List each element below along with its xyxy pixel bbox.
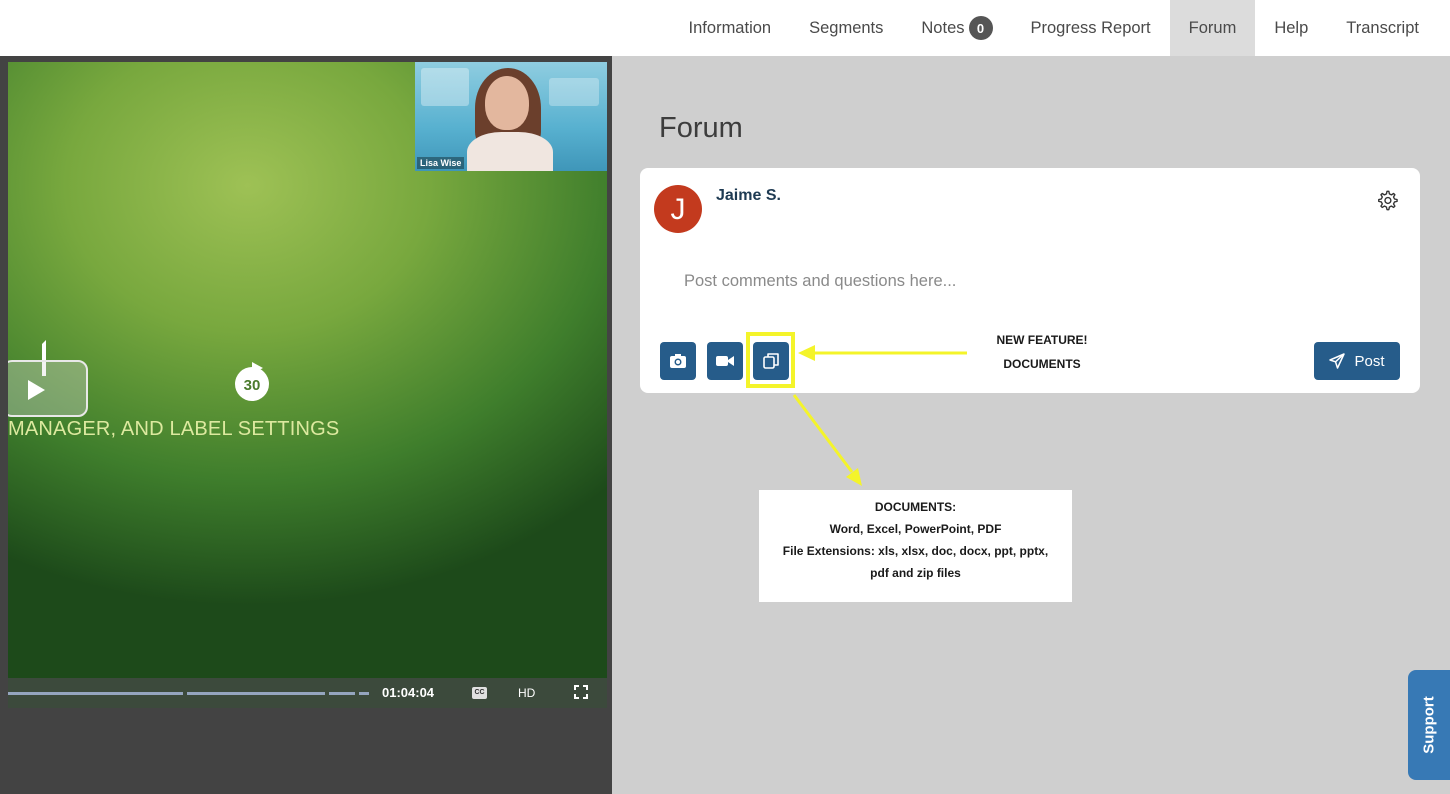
info-extensions: File Extensions: xls, xlsx, doc, docx, p…: [782, 544, 1049, 558]
document-upload-button[interactable]: [753, 342, 789, 380]
annotation-arrows: [792, 345, 967, 486]
skip-forward-icon: 30: [235, 362, 269, 401]
tab-segments[interactable]: Segments: [790, 0, 902, 56]
presenter-face: [485, 76, 529, 130]
event-logo: [549, 78, 599, 106]
new-feature-annotation: NEW FEATURE! DOCUMENTS: [982, 328, 1102, 376]
video-frame[interactable]: Lisa Wise MANAGER, AND LABEL SETTINGS 30: [8, 62, 607, 678]
post-button[interactable]: Post: [1314, 342, 1400, 380]
paper-plane-icon: [1329, 353, 1346, 369]
info-heading: DOCUMENTS:: [874, 500, 957, 514]
fullscreen-button[interactable]: [574, 685, 588, 699]
tab-label: Notes: [921, 18, 965, 37]
hd-button[interactable]: HD: [518, 686, 535, 700]
annotation-line: DOCUMENTS: [1003, 357, 1081, 371]
fullscreen-icon: [574, 685, 588, 699]
app: Information Segments Notes 0 Progress Rep…: [0, 0, 1450, 794]
skip-seconds-label: 30: [244, 377, 261, 394]
time-display: 01:04:04: [382, 685, 435, 700]
tab-label: Progress Report: [1030, 18, 1151, 37]
play-button[interactable]: [8, 360, 88, 417]
gear-icon: [1378, 190, 1398, 211]
documents-info-box: DOCUMENTS: Word, Excel, PowerPoint, PDF …: [759, 490, 1072, 602]
tab-bar: Information Segments Notes 0 Progress Rep…: [670, 0, 1438, 56]
info-extensions-tail: pdf and zip files: [870, 566, 961, 580]
progress-segment[interactable]: [329, 692, 355, 695]
progress-segment[interactable]: [8, 692, 183, 695]
post-label: Post: [1354, 352, 1385, 370]
avatar: J: [654, 185, 702, 233]
presenter-body: [467, 132, 553, 171]
slide-title: MANAGER, AND LABEL SETTINGS: [8, 418, 340, 440]
tab-help[interactable]: Help: [1255, 0, 1327, 56]
user-name: Jaime S.: [716, 187, 781, 204]
top-navigation: Information Segments Notes 0 Progress Rep…: [0, 0, 1450, 56]
photo-upload-button[interactable]: [660, 342, 696, 380]
progress-segment[interactable]: [187, 692, 325, 695]
annotation-line: NEW FEATURE!: [996, 333, 1088, 347]
skip-forward-button[interactable]: 30: [227, 358, 277, 408]
page-title: Forum: [659, 112, 743, 144]
tab-label: Help: [1274, 18, 1309, 37]
event-logo: [421, 68, 469, 106]
notes-count-badge: 0: [968, 16, 993, 40]
tab-notes[interactable]: Notes 0: [902, 0, 1011, 56]
tab-transcript[interactable]: Transcript: [1327, 0, 1438, 56]
settings-button[interactable]: [1376, 189, 1398, 211]
video-panel: Lisa Wise MANAGER, AND LABEL SETTINGS 30…: [0, 56, 612, 794]
forum-panel: Forum J Jaime S. Post comments and quest…: [612, 56, 1450, 794]
presenter-webcam: Lisa Wise: [415, 62, 607, 171]
tab-label: Transcript: [1346, 18, 1419, 37]
copy-document-icon: [763, 353, 779, 369]
tab-label: Information: [688, 18, 772, 37]
info-types: Word, Excel, PowerPoint, PDF: [829, 522, 1002, 536]
comment-input[interactable]: [684, 268, 1384, 294]
player-controls: 01:04:04 CC HD: [8, 678, 607, 708]
video-camera-icon: [716, 356, 734, 366]
tab-progress-report[interactable]: Progress Report: [1012, 0, 1170, 56]
support-label: Support: [1420, 696, 1438, 754]
tab-information[interactable]: Information: [670, 0, 791, 56]
play-icon: [28, 380, 45, 400]
progress-segment[interactable]: [359, 692, 369, 695]
tab-label: Segments: [809, 18, 884, 37]
camera-icon: [670, 354, 686, 368]
tab-forum[interactable]: Forum: [1169, 0, 1256, 56]
video-upload-button[interactable]: [707, 342, 743, 380]
support-tab[interactable]: Support: [1408, 670, 1450, 780]
closed-captions-button[interactable]: CC: [472, 687, 487, 699]
tab-label: Forum: [1188, 18, 1237, 37]
presenter-name: Lisa Wise: [417, 157, 465, 169]
